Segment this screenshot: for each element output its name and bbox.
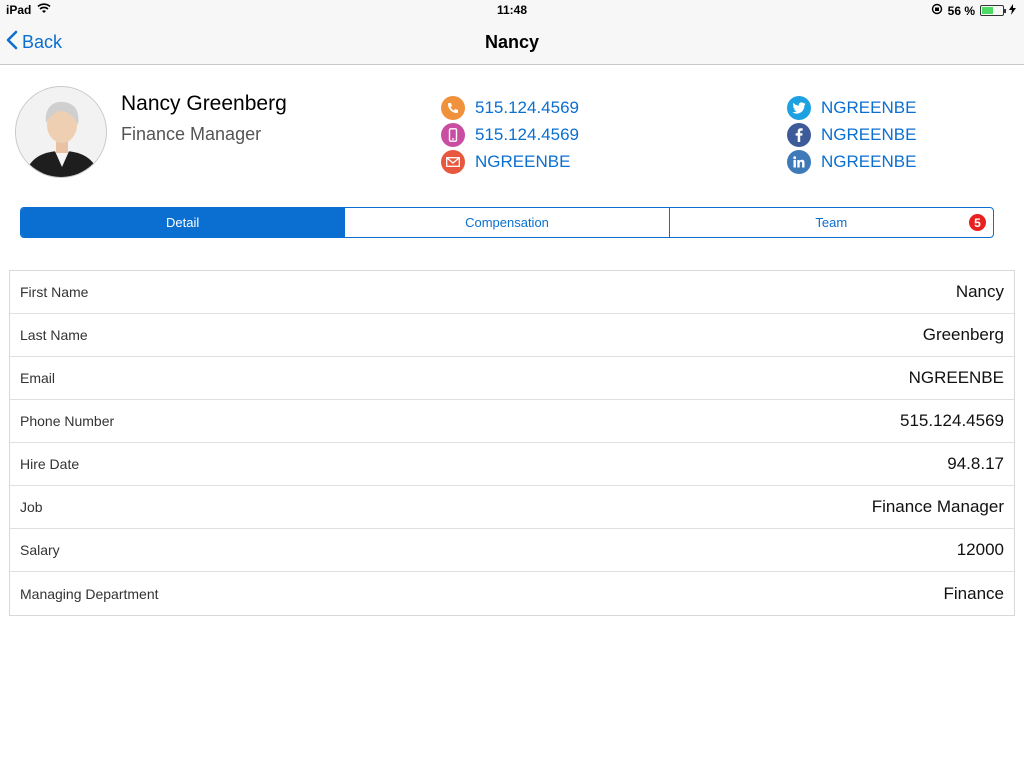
twitter-link[interactable]: NGREENBE <box>787 94 916 121</box>
navigation-bar: Back Nancy <box>0 20 1024 65</box>
segmented-control: Detail Compensation Team 5 <box>20 207 994 238</box>
table-row: Phone Number 515.124.4569 <box>10 400 1014 443</box>
tab-label: Detail <box>166 215 200 230</box>
linkedin-value: NGREENBE <box>821 151 917 171</box>
row-label: Managing Department <box>20 585 159 602</box>
twitter-icon <box>787 95 811 120</box>
phone-icon <box>441 95 465 120</box>
profile-title: Finance Manager <box>121 124 262 144</box>
orientation-lock-icon <box>931 3 943 18</box>
row-value: Nancy <box>955 282 1004 301</box>
avatar <box>15 86 107 178</box>
team-count-badge: 5 <box>968 214 986 231</box>
tab-compensation[interactable]: Compensation <box>345 208 670 237</box>
contact-list-social: NGREENBE NGREENBE NGREENBE <box>787 94 916 175</box>
row-label: Salary <box>20 542 60 558</box>
status-right: 56 % <box>931 3 1016 18</box>
mobile-value: 515.124.4569 <box>475 124 579 144</box>
linkedin-link[interactable]: NGREENBE <box>787 148 916 175</box>
row-label: First Name <box>20 284 89 300</box>
table-row: Managing Department Finance <box>10 572 1014 615</box>
row-value: 515.124.4569 <box>900 411 1004 430</box>
table-row: Email NGREENBE <box>10 357 1014 400</box>
row-label: Job <box>20 499 43 515</box>
tab-label: Compensation <box>465 215 549 230</box>
row-value: Finance <box>943 583 1004 603</box>
mobile-icon <box>441 122 465 147</box>
battery-icon <box>980 5 1006 16</box>
table-row: First Name Nancy <box>10 271 1014 314</box>
row-value: 94.8.17 <box>947 454 1004 473</box>
contact-list-primary: 515.124.4569 515.124.4569 NGREENBE <box>441 94 579 175</box>
email-icon <box>441 149 465 174</box>
row-label: Email <box>20 370 56 386</box>
row-label: Last Name <box>20 327 88 343</box>
row-value: NGREENBE <box>908 368 1004 387</box>
twitter-value: NGREENBE <box>821 97 917 117</box>
facebook-value: NGREENBE <box>821 124 917 144</box>
phone-link[interactable]: 515.124.4569 <box>441 94 579 121</box>
email-link[interactable]: NGREENBE <box>441 148 579 175</box>
row-value: Finance Manager <box>871 497 1004 516</box>
table-row: Job Finance Manager <box>10 486 1014 529</box>
status-bar: iPad 11:48 56 % <box>0 0 1024 20</box>
facebook-link[interactable]: NGREENBE <box>787 121 916 148</box>
email-value: NGREENBE <box>475 151 571 171</box>
row-value: Greenberg <box>922 325 1004 344</box>
tab-detail[interactable]: Detail <box>21 208 346 237</box>
table-row: Hire Date 94.8.17 <box>10 443 1014 486</box>
status-time: 11:48 <box>496 3 528 17</box>
battery-level <box>982 7 994 14</box>
charging-icon <box>1009 3 1016 18</box>
row-label: Phone Number <box>20 413 115 429</box>
page-title: Nancy <box>484 32 540 52</box>
linkedin-icon <box>787 149 811 174</box>
battery-percent: 56 % <box>947 3 975 18</box>
tab-label: Team <box>815 215 848 230</box>
table-row: Salary 12000 <box>10 529 1014 572</box>
tab-team[interactable]: Team 5 <box>670 208 993 237</box>
phone-value: 515.124.4569 <box>475 97 579 117</box>
row-value: 12000 <box>956 540 1004 559</box>
mobile-link[interactable]: 515.124.4569 <box>441 121 579 148</box>
profile-name: Nancy Greenberg <box>121 92 287 115</box>
table-row: Last Name Greenberg <box>10 314 1014 357</box>
facebook-icon <box>787 122 811 147</box>
row-label: Hire Date <box>20 456 80 472</box>
detail-table: First Name Nancy Last Name Greenberg Ema… <box>9 270 1015 616</box>
